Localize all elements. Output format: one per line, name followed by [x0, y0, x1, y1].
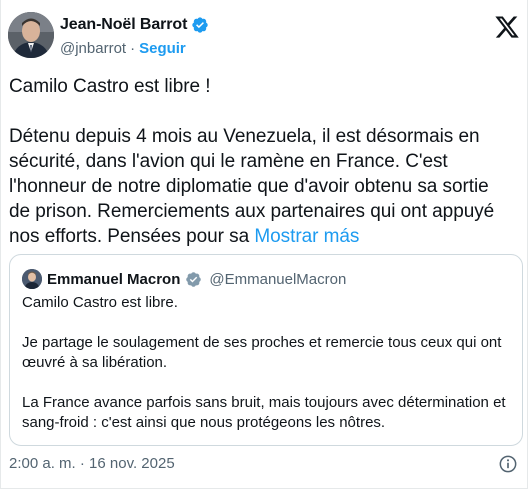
quoted-tweet[interactable]: Emmanuel Macron @EmmanuelMacron Camilo C… — [9, 254, 523, 446]
tweet-timestamp[interactable]: 2:00 a. m. · 16 nov. 2025 — [9, 455, 175, 472]
embedded-tweet-card: Jean-Noël Barrot @jnbarrot · Seguir Cami… — [0, 0, 528, 489]
tweet-paragraph-2: Détenu depuis 4 mois au Venezuela, il es… — [9, 124, 514, 249]
quoted-tweet-header: Emmanuel Macron @EmmanuelMacron — [22, 269, 346, 289]
quoted-verified-badge-icon — [186, 271, 202, 287]
author-handle[interactable]: @jnbarrot — [60, 40, 126, 57]
quoted-paragraph-1: Camilo Castro est libre. — [22, 294, 178, 311]
author-name[interactable]: Jean-Noël Barrot — [60, 16, 187, 34]
quoted-author-avatar[interactable] — [22, 269, 42, 289]
author-avatar[interactable] — [8, 12, 54, 58]
quoted-paragraph-3: La France avance parfois sans bruit, mai… — [22, 394, 510, 431]
separator-dot: · — [130, 40, 136, 57]
quoted-author-avatar-image — [22, 269, 42, 289]
x-logo-icon[interactable] — [494, 14, 520, 40]
quoted-tweet-text: Camilo Castro est libre. Je partage le s… — [22, 293, 514, 433]
author-avatar-image — [8, 12, 54, 58]
info-icon[interactable] — [498, 454, 518, 474]
quoted-author-handle[interactable]: @EmmanuelMacron — [209, 271, 346, 288]
quoted-author-name[interactable]: Emmanuel Macron — [47, 271, 180, 288]
author-name-row: Jean-Noël Barrot — [60, 16, 209, 34]
verified-badge-icon — [192, 17, 209, 33]
quoted-paragraph-2: Je partage le soulagement de ses proches… — [22, 334, 506, 371]
tweet-text: Camilo Castro est libre ! Détenu depuis … — [9, 74, 514, 249]
show-more-link[interactable]: Mostrar más — [254, 226, 359, 247]
author-handle-row: @jnbarrot · Seguir — [60, 40, 186, 57]
tweet-paragraph-1: Camilo Castro est libre ! — [9, 76, 211, 97]
follow-button[interactable]: Seguir — [139, 40, 186, 57]
